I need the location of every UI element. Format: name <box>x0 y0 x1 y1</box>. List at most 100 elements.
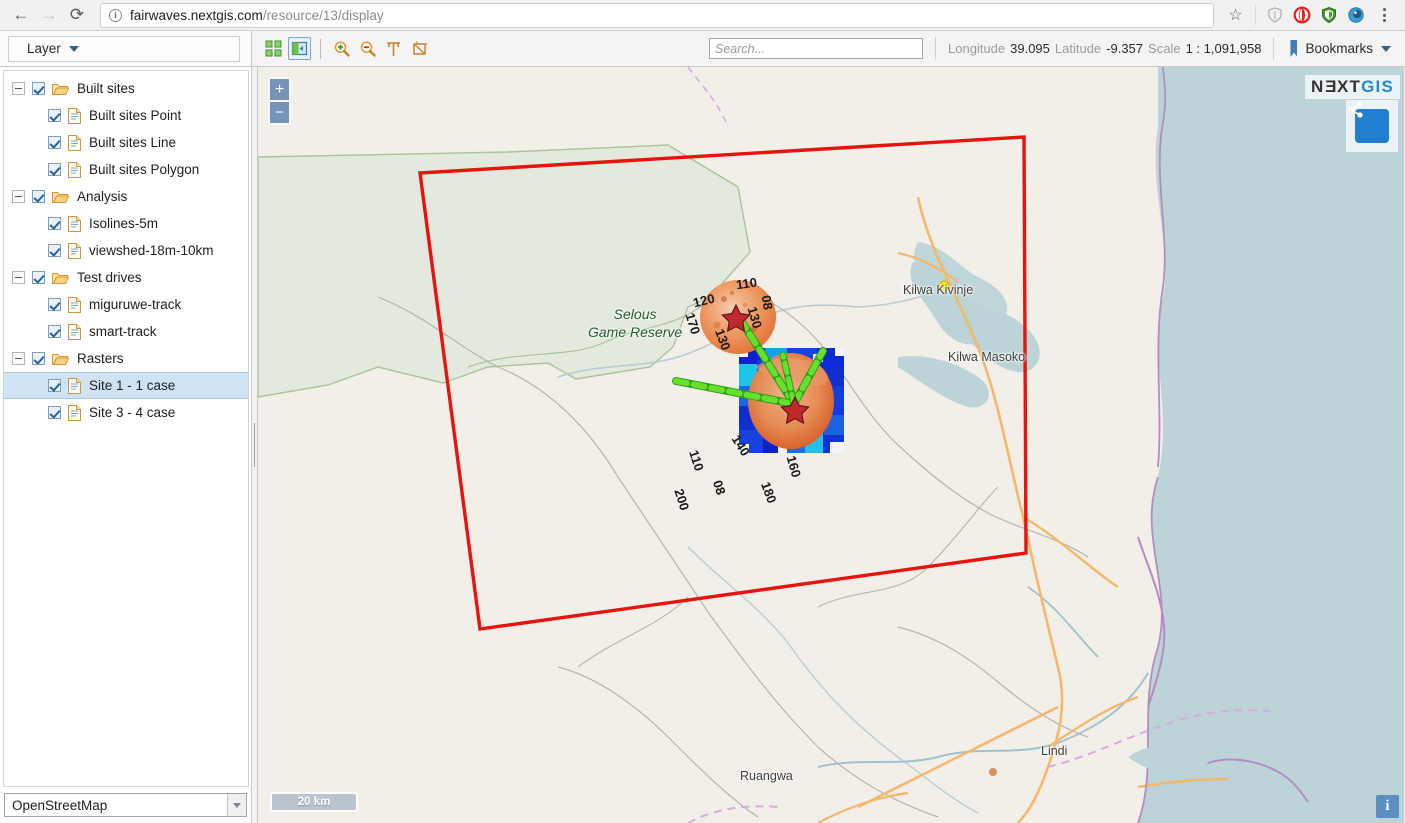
reload-icon[interactable]: ⟳ <box>64 2 90 28</box>
layer-group-row[interactable]: Test drives <box>4 264 248 291</box>
layer-label: Built sites Line <box>89 135 176 150</box>
toolbar-divider <box>935 37 936 60</box>
layer-document-icon <box>68 405 81 421</box>
layer-row[interactable]: viewshed-18m-10km <box>4 237 248 264</box>
logo-part-3: GIS <box>1361 77 1394 96</box>
search-input[interactable]: Search... <box>709 38 923 59</box>
chevron-down-icon <box>69 46 79 52</box>
main-area: Built sites Built sites Point Built sites … <box>0 67 1405 823</box>
layer-tree[interactable]: Built sites Built sites Point Built sites … <box>3 70 249 787</box>
browser-toolbar: ← → ⟳ i fairwaves.nextgis.com/resource/1… <box>0 0 1405 31</box>
layer-visibility-checkbox[interactable] <box>48 325 61 338</box>
longitude-label: Longitude <box>948 41 1005 56</box>
site-info-icon[interactable]: i <box>109 9 122 22</box>
layer-row[interactable]: Built sites Point <box>4 102 248 129</box>
layer-visibility-checkbox[interactable] <box>48 298 61 311</box>
measure-area-tool[interactable] <box>408 37 431 60</box>
forward-icon[interactable]: → <box>36 2 62 28</box>
expander-collapse-icon[interactable] <box>12 190 25 203</box>
layer-document-icon <box>68 135 81 151</box>
layer-row[interactable]: Built sites Line <box>4 129 248 156</box>
layer-document-icon <box>68 216 81 232</box>
scale-bar: 20 km <box>270 792 358 812</box>
layer-row[interactable]: Isolines-5m <box>4 210 248 237</box>
layer-menu[interactable]: Layer <box>0 31 252 66</box>
layer-menu-label: Layer <box>27 41 61 56</box>
scale-label: Scale <box>1148 41 1181 56</box>
latitude-value: -9.357 <box>1106 41 1143 56</box>
layer-document-icon <box>68 108 81 124</box>
zoom-in-button[interactable]: + <box>270 79 289 100</box>
logo-part-2: XT <box>1337 77 1361 96</box>
logo-part-reversed-e: E <box>1324 77 1337 97</box>
share-icon[interactable] <box>1355 109 1389 143</box>
layer-row[interactable]: Built sites Polygon <box>4 156 248 183</box>
layer-label: viewshed-18m-10km <box>89 243 214 258</box>
latitude-label: Latitude <box>1055 41 1101 56</box>
map-canvas[interactable]: + − NEXTGIS 20 km i SelousGame ReserveKi… <box>258 67 1405 823</box>
panel-toggle-tool[interactable] <box>288 37 311 60</box>
url-path: /resource/13/display <box>263 8 384 23</box>
layer-row[interactable]: Site 1 - 1 case <box>4 372 248 399</box>
zoom-controls[interactable]: + − <box>268 77 291 125</box>
address-bar[interactable]: i fairwaves.nextgis.com/resource/13/disp… <box>100 3 1214 28</box>
expander-collapse-icon[interactable] <box>12 352 25 365</box>
layer-label: Built sites <box>77 81 135 96</box>
app-toolbar: Layer <box>0 31 1405 67</box>
zoom-in-tool[interactable] <box>330 37 353 60</box>
basemap-selected-value: OpenStreetMap <box>5 798 107 813</box>
toolbar-divider <box>1255 5 1256 25</box>
layers-grid-tool[interactable] <box>262 37 285 60</box>
logo-part-1: N <box>1311 77 1324 96</box>
back-icon[interactable]: ← <box>8 2 34 28</box>
layer-visibility-checkbox[interactable] <box>32 190 45 203</box>
layer-label: Site 3 - 4 case <box>89 405 175 420</box>
layer-row[interactable]: miguruwe-track <box>4 291 248 318</box>
layer-visibility-checkbox[interactable] <box>48 109 61 122</box>
layer-document-icon <box>68 162 81 178</box>
map-info-button[interactable]: i <box>1376 795 1399 818</box>
layer-visibility-checkbox[interactable] <box>48 379 61 392</box>
layer-visibility-checkbox[interactable] <box>32 82 45 95</box>
measure-distance-tool[interactable] <box>382 37 405 60</box>
layer-visibility-checkbox[interactable] <box>48 136 61 149</box>
layer-visibility-checkbox[interactable] <box>32 352 45 365</box>
toolbar-divider <box>1273 37 1274 60</box>
bookmark-star-icon[interactable]: ☆ <box>1222 3 1249 28</box>
layers-sidebar: Built sites Built sites Point Built sites … <box>0 67 252 823</box>
layer-label: Site 1 - 1 case <box>89 378 175 393</box>
zoom-out-button[interactable]: − <box>270 102 289 123</box>
layer-document-icon <box>68 243 81 259</box>
expander-collapse-icon[interactable] <box>12 82 25 95</box>
layer-row[interactable]: smart-track <box>4 318 248 345</box>
layer-group-row[interactable]: Analysis <box>4 183 248 210</box>
basemap-select[interactable]: OpenStreetMap <box>4 793 247 817</box>
town-dot <box>939 281 949 291</box>
layer-visibility-checkbox[interactable] <box>48 163 61 176</box>
kebab-menu-icon[interactable] <box>1372 3 1397 28</box>
coordinate-readout: Longitude 39.095 Latitude -9.357 Scale 1… <box>948 31 1261 66</box>
layer-visibility-checkbox[interactable] <box>32 271 45 284</box>
layer-visibility-checkbox[interactable] <box>48 406 61 419</box>
expander-collapse-icon[interactable] <box>12 271 25 284</box>
bookmarks-label: Bookmarks <box>1305 41 1373 56</box>
layer-visibility-checkbox[interactable] <box>48 244 61 257</box>
bookmarks-menu[interactable]: Bookmarks <box>1286 31 1405 66</box>
layer-group-row[interactable]: Built sites <box>4 75 248 102</box>
adguard-green-icon[interactable] <box>1316 3 1341 28</box>
layer-visibility-checkbox[interactable] <box>48 217 61 230</box>
folder-icon <box>52 271 69 285</box>
folder-icon <box>52 190 69 204</box>
chevron-down-icon[interactable] <box>227 794 246 816</box>
opera-red-icon[interactable] <box>1289 3 1314 28</box>
layer-group-row[interactable]: Rasters <box>4 345 248 372</box>
layer-label: Test drives <box>77 270 142 285</box>
layer-label: smart-track <box>89 324 157 339</box>
blue-circle-icon[interactable] <box>1343 3 1368 28</box>
shield-gray-icon[interactable] <box>1262 3 1287 28</box>
folder-icon <box>52 352 69 366</box>
layer-row[interactable]: Site 3 - 4 case <box>4 399 248 426</box>
chevron-down-icon <box>1381 46 1391 52</box>
zoom-out-tool[interactable] <box>356 37 379 60</box>
layer-label: miguruwe-track <box>89 297 181 312</box>
